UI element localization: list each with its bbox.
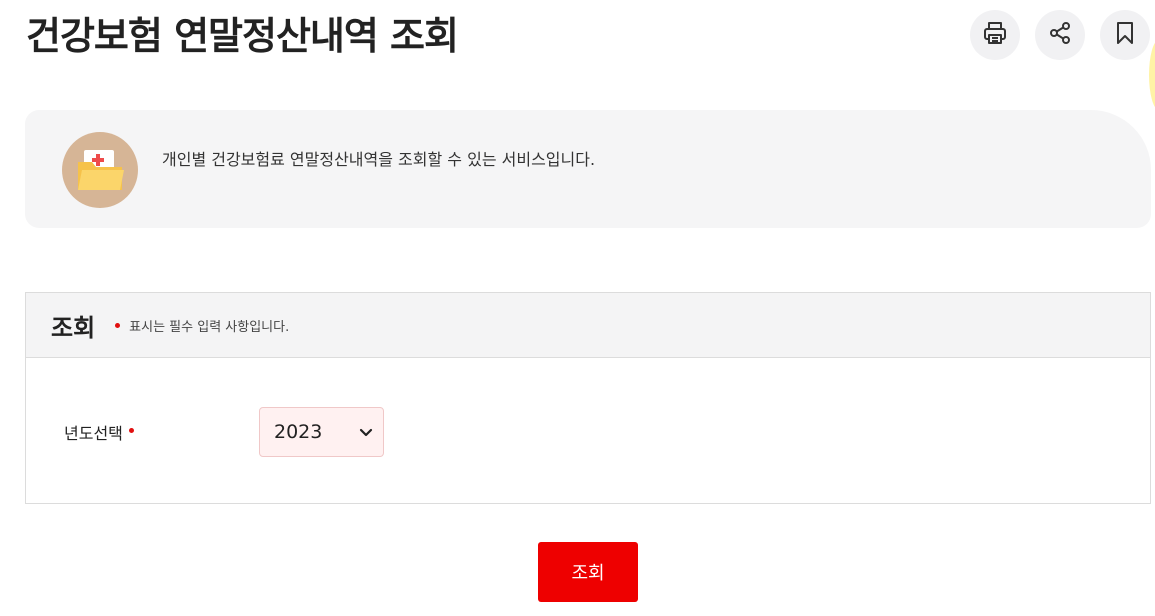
year-label: 년도선택: [64, 420, 134, 444]
required-note: 표시는 필수 입력 사항입니다.: [115, 316, 289, 335]
bookmark-icon: [1112, 20, 1138, 50]
required-dot-icon: [128, 427, 134, 433]
chevron-down-icon: [359, 425, 373, 439]
required-note-text: 표시는 필수 입력 사항입니다.: [129, 319, 290, 335]
print-icon: [982, 20, 1008, 50]
required-dot-icon: [115, 322, 121, 328]
intro-text: 개인별 건강보험료 연말정산내역을 조회할 수 있는 서비스입니다.: [162, 150, 596, 169]
bookmark-button[interactable]: [1100, 10, 1150, 60]
search-submit-button[interactable]: 조회: [538, 542, 638, 602]
intro-box: 개인별 건강보험료 연말정산내역을 조회할 수 있는 서비스입니다.: [25, 110, 1151, 228]
year-select[interactable]: 2023: [259, 407, 384, 457]
page: 건강보험 연말정산내역 조회 개인별 건강보험료 연말정산내역을 조회할 수 있…: [0, 0, 1155, 616]
print-button[interactable]: [970, 10, 1020, 60]
search-panel-header: 조회 표시는 필수 입력 사항입니다.: [26, 293, 1150, 358]
page-title: 건강보험 연말정산내역 조회: [26, 14, 459, 58]
edge-decoration: [1149, 40, 1155, 110]
year-field-row: 년도선택 2023: [26, 358, 1150, 504]
year-select-value: 2023: [274, 421, 323, 443]
year-label-text: 년도선택: [64, 424, 123, 443]
search-panel-title: 조회: [51, 313, 96, 342]
medical-folder-icon: [62, 132, 138, 208]
search-panel: 조회 표시는 필수 입력 사항입니다. 년도선택 2023: [25, 292, 1151, 504]
share-icon: [1047, 20, 1073, 50]
share-button[interactable]: [1035, 10, 1085, 60]
